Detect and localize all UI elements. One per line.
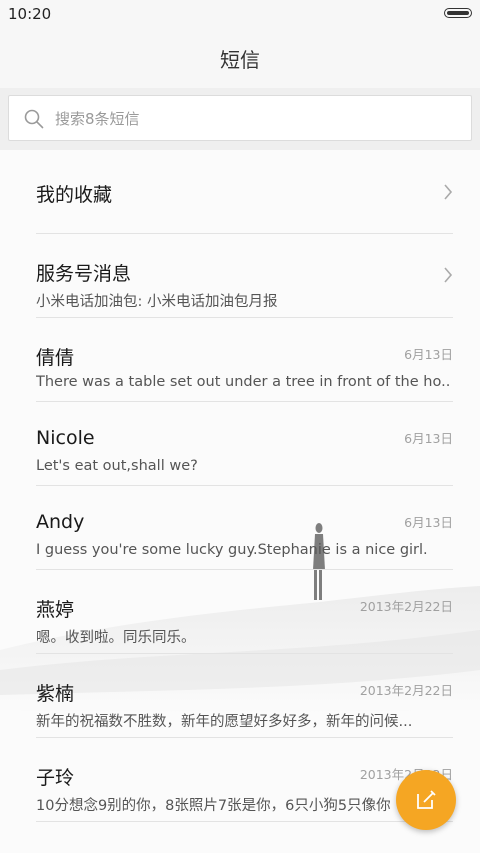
thread-date: 6月13日 xyxy=(404,431,453,446)
list-item[interactable]: Andy 6月13日 I guess you're some lucky guy… xyxy=(36,486,453,570)
compose-icon xyxy=(417,790,436,809)
search-input[interactable] xyxy=(53,96,461,142)
compose-button[interactable] xyxy=(396,770,456,830)
thread-preview: 新年的祝福数不胜数，新年的愿望好多好多，新年的问候... xyxy=(36,714,413,730)
status-time: 10:20 xyxy=(8,5,52,23)
list-item-favorites[interactable]: 我的收藏 xyxy=(36,150,453,234)
thread-preview: Let's eat out,shall we? xyxy=(36,458,198,474)
list-item-service-messages[interactable]: 服务号消息 小米电话加油包: 小米电话加油包月报 xyxy=(36,234,453,318)
thread-date: 6月13日 xyxy=(404,347,453,362)
battery-icon xyxy=(444,8,472,18)
thread-date: 6月13日 xyxy=(404,515,453,530)
thread-date: 2013年2月22日 xyxy=(359,599,453,614)
thread-name: Andy xyxy=(36,511,85,533)
thread-preview: 小米电话加油包: 小米电话加油包月报 xyxy=(36,294,278,310)
chevron-right-icon xyxy=(444,267,453,283)
search-box[interactable] xyxy=(8,95,472,142)
list-item[interactable]: 燕婷 2013年2月22日 嗯。收到啦。同乐同乐。 xyxy=(36,570,453,654)
thread-name: 子玲 xyxy=(36,767,75,789)
list-item[interactable]: 紫楠 2013年2月22日 新年的祝福数不胜数，新年的愿望好多好多，新年的问候.… xyxy=(36,654,453,738)
status-bar: 10:20 xyxy=(0,0,480,28)
thread-name: 倩倩 xyxy=(36,347,75,369)
list-item[interactable]: 子玲 2013年2月22日 10分想念9别的你，8张照片7张是你，6只小狗5只像… xyxy=(36,738,453,822)
page-title: 短信 xyxy=(220,48,260,72)
thread-name: 紫楠 xyxy=(36,683,75,705)
thread-name: 服务号消息 xyxy=(36,263,132,285)
list-item[interactable]: 倩倩 6月13日 There was a table set out under… xyxy=(36,318,453,402)
chevron-right-icon xyxy=(444,184,453,200)
search-icon xyxy=(24,109,44,129)
thread-preview: There was a table set out under a tree i… xyxy=(36,374,451,390)
thread-list[interactable]: 我的收藏 服务号消息 小米电话加油包: 小米电话加油包月报 倩倩 6月13日 T… xyxy=(0,150,480,853)
title-bar: 短信 xyxy=(0,28,480,88)
thread-preview: I guess you're some lucky guy.Stephanie … xyxy=(36,542,428,558)
list-item[interactable]: Nicole 6月13日 Let's eat out,shall we? xyxy=(36,402,453,486)
thread-name: 我的收藏 xyxy=(36,184,113,206)
thread-preview: 嗯。收到啦。同乐同乐。 xyxy=(36,630,196,646)
search-area xyxy=(0,88,480,150)
thread-date: 2013年2月22日 xyxy=(359,683,453,698)
thread-preview: 10分想念9别的你，8张照片7张是你，6只小狗5只像你 xyxy=(36,798,391,814)
thread-name: Nicole xyxy=(36,427,95,449)
thread-name: 燕婷 xyxy=(36,599,75,621)
